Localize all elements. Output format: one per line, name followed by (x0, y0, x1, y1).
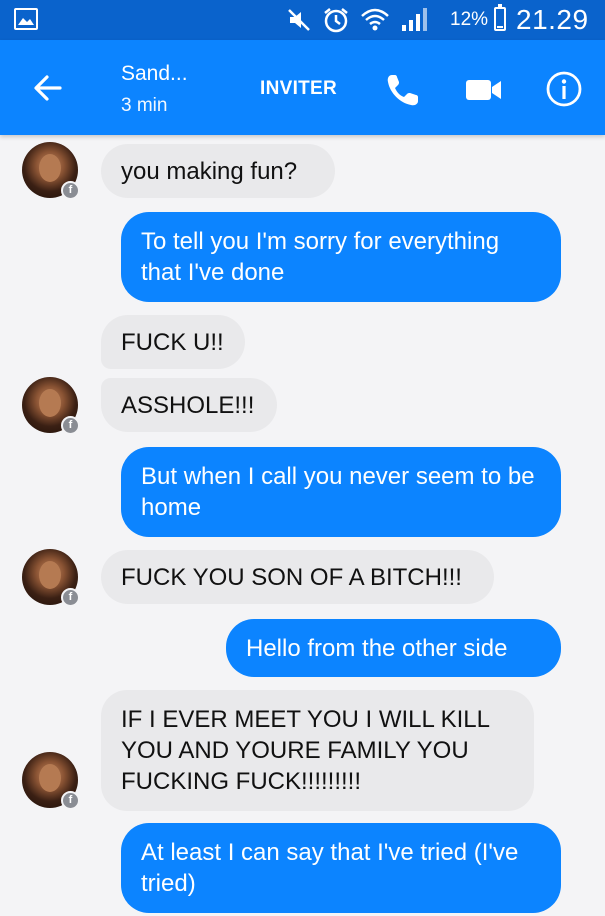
message-incoming[interactable]: ASSHOLE!!! (101, 378, 277, 432)
message-incoming[interactable]: IF I EVER MEET YOU I WILL KILL YOU AND Y… (101, 690, 534, 811)
facebook-icon: f (61, 181, 80, 200)
gallery-icon (14, 8, 38, 30)
status-bar: 12% 21.29 (0, 0, 605, 40)
back-button[interactable] (28, 68, 68, 108)
info-icon (546, 71, 582, 107)
alarm-icon (324, 8, 348, 33)
message-incoming[interactable]: FUCK U!! (101, 315, 245, 369)
voice-call-button[interactable] (384, 71, 422, 109)
facebook-icon: f (61, 791, 80, 810)
back-arrow-icon (34, 75, 62, 101)
contact-name[interactable]: Sand... (121, 62, 188, 86)
battery-icon (494, 4, 506, 31)
battery-percentage: 12% (450, 9, 489, 30)
wifi-icon (361, 8, 389, 31)
signal-icon (402, 8, 427, 31)
contact-avatar[interactable]: f (22, 752, 80, 810)
message-outgoing[interactable]: But when I call you never seem to be hom… (121, 447, 561, 537)
facebook-icon: f (61, 416, 80, 435)
video-call-button[interactable] (465, 76, 503, 104)
last-active-status: 3 min (121, 95, 168, 116)
video-camera-icon (466, 80, 501, 100)
message-incoming[interactable]: FUCK YOU SON OF A BITCH!!! (101, 550, 494, 604)
message-outgoing[interactable]: At least I can say that I've tried (I've… (121, 823, 561, 913)
contact-avatar[interactable]: f (22, 377, 80, 435)
contact-avatar[interactable]: f (22, 549, 80, 607)
phone-icon (387, 75, 418, 106)
facebook-icon: f (61, 588, 80, 607)
message-incoming[interactable]: you making fun? (101, 144, 335, 198)
message-outgoing[interactable]: Hello from the other side (226, 619, 561, 677)
mute-icon (288, 9, 310, 31)
battery-level (497, 26, 503, 28)
message-thread[interactable]: f you making fun? To tell you I'm sorry … (0, 135, 605, 916)
message-outgoing[interactable]: To tell you I'm sorry for everything tha… (121, 212, 561, 302)
conversation-header: Sand... 3 min INVITER (0, 40, 605, 135)
status-icons (286, 6, 428, 34)
clock: 21.29 (516, 4, 589, 35)
contact-avatar[interactable]: f (22, 142, 80, 200)
conversation-info-button[interactable] (545, 70, 583, 108)
invite-button[interactable]: INVITER (260, 78, 337, 100)
